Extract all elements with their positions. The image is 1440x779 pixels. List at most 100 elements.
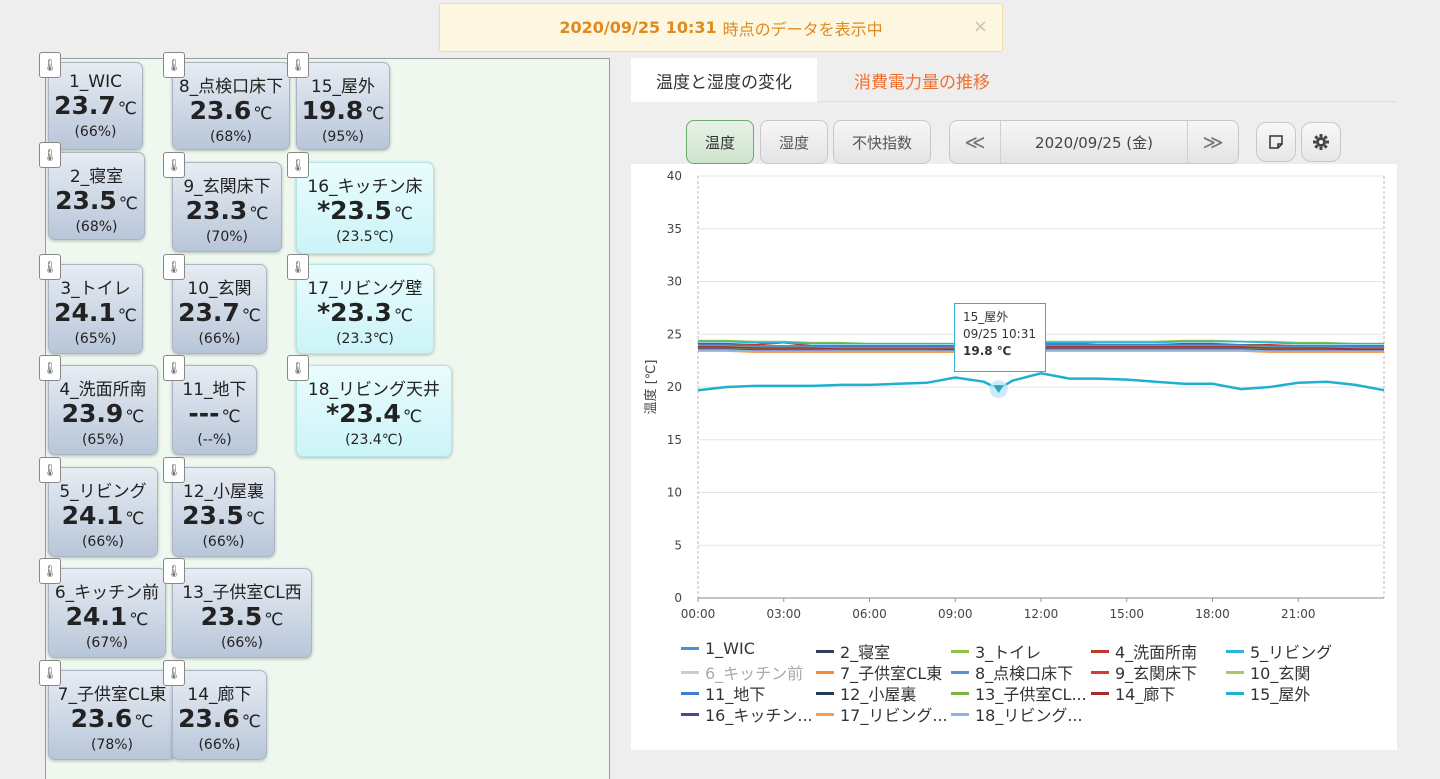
- thermometer-icon[interactable]: 🌡: [163, 254, 185, 280]
- sensor-name: 12_小屋裏: [182, 482, 265, 502]
- note-button[interactable]: [1256, 122, 1296, 162]
- sensor-card[interactable]: 7_子供室CL東 23.6 ℃ (78%): [48, 670, 176, 760]
- sensor-name: 15_屋外: [310, 77, 376, 97]
- sensor-temp-value: *23.4: [326, 399, 401, 428]
- sensor-temp-unit: ℃: [393, 306, 413, 326]
- sensor-temp-value: 24.1: [61, 501, 124, 530]
- sensor-humidity: (23.5℃): [336, 229, 394, 245]
- prev-day-button[interactable]: ≪: [950, 121, 1000, 163]
- sensor-humidity: (66%): [198, 331, 241, 347]
- sensor-temp-unit: ℃: [249, 204, 269, 224]
- y-tick-label: 0: [674, 591, 682, 605]
- settings-button[interactable]: [1301, 122, 1341, 162]
- thermometer-icon[interactable]: 🌡: [163, 52, 185, 78]
- discomfort-index-button[interactable]: 不快指数: [833, 120, 931, 164]
- thermometer-icon[interactable]: 🌡: [163, 152, 185, 178]
- thermometer-icon[interactable]: 🌡: [287, 355, 309, 381]
- thermometer-icon[interactable]: 🌡: [163, 660, 185, 686]
- sensor-humidity: (95%): [321, 129, 365, 145]
- sensor-card[interactable]: 15_屋外 19.8 ℃ (95%): [296, 62, 390, 150]
- x-tick-label: 15:00: [1109, 607, 1144, 621]
- legend-item[interactable]: 16_キッチン...: [681, 702, 813, 726]
- sensor-temp-unit: ℃: [118, 194, 138, 214]
- x-tick-label: 09:00: [938, 607, 973, 621]
- next-day-button[interactable]: ≫: [1188, 121, 1238, 163]
- sensor-temp-unit: ℃: [134, 712, 154, 732]
- legend-swatch: [816, 649, 834, 653]
- sensor-temperature: 19.8 ℃: [297, 98, 389, 127]
- legend-item[interactable]: 14_廊下: [1091, 681, 1175, 705]
- legend-swatch: [816, 691, 834, 695]
- sensor-card[interactable]: 16_キッチン床 *23.5 ℃ (23.5℃): [296, 162, 434, 254]
- thermometer-icon[interactable]: 🌡: [39, 558, 61, 584]
- sensor-temperature: 23.3 ℃: [173, 198, 281, 227]
- thermometer-icon[interactable]: 🌡: [39, 457, 61, 483]
- sensor-temperature: 23.6 ℃: [173, 98, 289, 127]
- legend-item[interactable]: 15_屋外: [1226, 681, 1310, 705]
- thermometer-icon[interactable]: 🌡: [39, 254, 61, 280]
- temperature-button[interactable]: 温度: [686, 120, 754, 164]
- thermometer-icon[interactable]: 🌡: [163, 558, 185, 584]
- legend-item[interactable]: 18_リビング...: [951, 702, 1083, 726]
- sensor-temp-value: 23.6: [70, 704, 133, 733]
- sensor-temp-value: 23.9: [61, 399, 124, 428]
- sensor-name: 18_リビング天井: [307, 380, 441, 400]
- thermometer-icon[interactable]: 🌡: [287, 52, 309, 78]
- tab-temp-humidity[interactable]: 温度と湿度の変化: [631, 58, 817, 102]
- sensor-card[interactable]: 4_洗面所南 23.9 ℃ (65%): [48, 365, 158, 455]
- thermometer-icon[interactable]: 🌡: [163, 457, 185, 483]
- date-display[interactable]: 2020/09/25 (金): [1000, 121, 1188, 163]
- sensor-humidity: (68%): [209, 129, 253, 145]
- sensor-card[interactable]: 10_玄関 23.7 ℃ (66%): [172, 264, 267, 354]
- legend-label: 14_廊下: [1115, 685, 1176, 704]
- sensor-temperature: 23.9 ℃: [49, 401, 157, 430]
- sensor-temperature: 23.5 ℃: [173, 503, 274, 532]
- sensor-card[interactable]: 2_寝室 23.5 ℃ (68%): [48, 152, 145, 240]
- chart-tooltip: 15_屋外 09/25 10:31 19.8 ℃: [954, 303, 1046, 372]
- sensor-card[interactable]: 12_小屋裏 23.5 ℃ (66%): [172, 467, 275, 557]
- thermometer-icon[interactable]: 🌡: [39, 660, 61, 686]
- legend-label: 17_リビング...: [840, 706, 948, 725]
- sensor-card[interactable]: 18_リビング天井 *23.4 ℃ (23.4℃): [296, 365, 452, 457]
- thermometer-icon[interactable]: 🌡: [287, 152, 309, 178]
- humidity-button[interactable]: 湿度: [760, 120, 828, 164]
- sensor-humidity: (65%): [81, 432, 125, 448]
- close-icon[interactable]: ×: [973, 16, 988, 37]
- thermometer-icon[interactable]: 🌡: [39, 52, 61, 78]
- sensor-temp-value: *23.3: [317, 298, 392, 327]
- sensor-card[interactable]: 9_玄関床下 23.3 ℃ (70%): [172, 162, 282, 252]
- sensor-temp-unit: ℃: [129, 610, 149, 630]
- legend-swatch: [951, 691, 969, 695]
- sensor-humidity: (66%): [74, 124, 117, 140]
- x-tick-label: 06:00: [852, 607, 887, 621]
- sensor-name: 11_地下: [182, 380, 247, 400]
- notice-datetime: 2020/09/25 10:31: [559, 18, 717, 37]
- thermometer-icon[interactable]: 🌡: [163, 355, 185, 381]
- sensor-temp-unit: ℃: [117, 99, 137, 119]
- sensor-card[interactable]: 14_廊下 23.6 ℃ (66%): [172, 670, 267, 760]
- legend-swatch: [681, 670, 699, 674]
- thermometer-icon[interactable]: 🌡: [39, 142, 61, 168]
- sensor-temp-value: 23.7: [178, 298, 240, 327]
- sensor-card[interactable]: 17_リビング壁 *23.3 ℃ (23.3℃): [296, 264, 434, 354]
- sensor-temp-unit: ℃: [253, 104, 273, 124]
- sensor-humidity: (--%): [197, 432, 232, 448]
- sensor-temperature: 24.1 ℃: [49, 300, 142, 329]
- sensor-temp-unit: ℃: [125, 407, 145, 427]
- x-tick-label: 12:00: [1024, 607, 1059, 621]
- sensor-card[interactable]: 5_リビング 24.1 ℃ (66%): [48, 467, 158, 557]
- y-tick-label: 5: [674, 538, 682, 552]
- sensor-card[interactable]: 6_キッチン前 24.1 ℃ (67%): [48, 568, 166, 658]
- sensor-card[interactable]: 8_点検口床下 23.6 ℃ (68%): [172, 62, 290, 150]
- sensor-card[interactable]: 1_WIC 23.7 ℃ (66%): [48, 62, 143, 150]
- sensor-temperature: *23.3 ℃: [297, 300, 433, 329]
- sensor-card[interactable]: 13_子供室CL西 23.5 ℃ (66%): [172, 568, 312, 658]
- sensor-card[interactable]: 3_トイレ 24.1 ℃ (65%): [48, 264, 143, 354]
- sensor-humidity: (66%): [198, 737, 241, 753]
- legend-swatch: [1226, 670, 1244, 674]
- thermometer-icon[interactable]: 🌡: [287, 254, 309, 280]
- legend-item[interactable]: 1_WIC: [681, 639, 755, 658]
- thermometer-icon[interactable]: 🌡: [39, 355, 61, 381]
- legend-item[interactable]: 17_リビング...: [816, 702, 948, 726]
- tab-power-consumption[interactable]: 消費電力量の推移: [827, 58, 1017, 102]
